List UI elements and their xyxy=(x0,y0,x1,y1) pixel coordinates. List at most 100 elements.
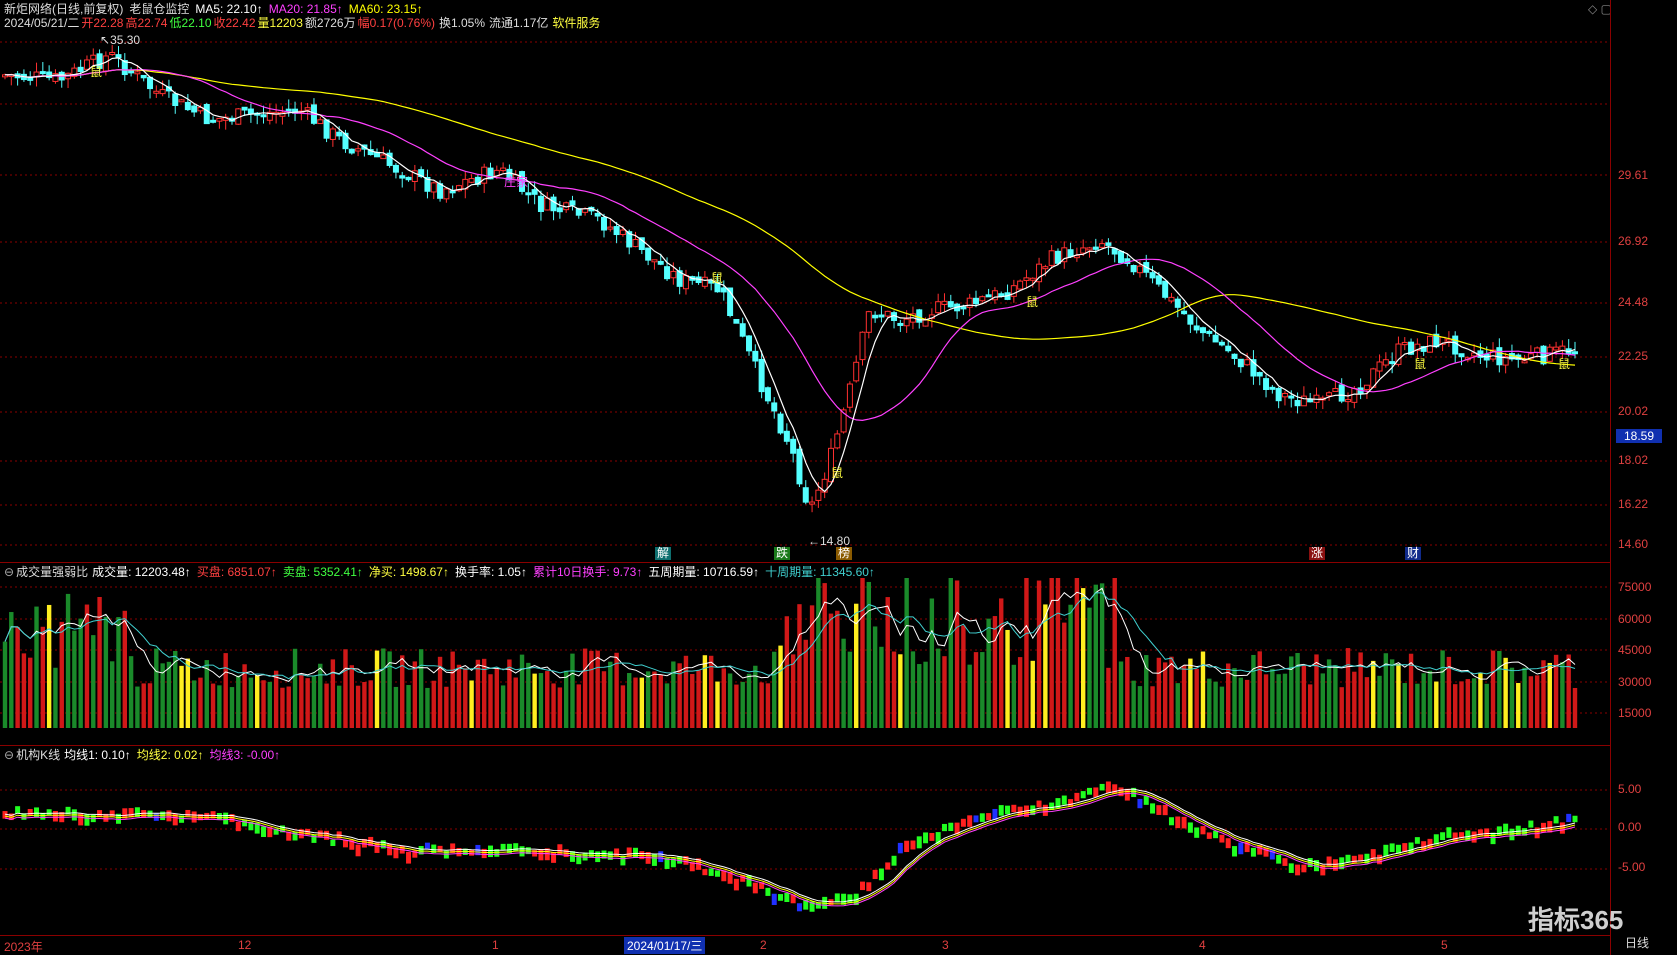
volume-bar xyxy=(563,670,569,728)
inst-candle xyxy=(1206,832,1212,839)
candle-body xyxy=(872,314,879,319)
date-tick: 2023年 xyxy=(4,940,43,954)
volume-bar xyxy=(191,680,197,728)
candle-body xyxy=(90,54,97,60)
inst-candle xyxy=(1490,832,1496,845)
volume-bar xyxy=(1112,578,1117,728)
candle-body xyxy=(1054,250,1061,264)
inst-candle xyxy=(1213,830,1219,839)
candle-body xyxy=(134,71,141,75)
inst-candle xyxy=(1061,795,1067,805)
event-tag-cai[interactable]: 财 xyxy=(1405,547,1422,560)
rat-signal-4: 鼠 xyxy=(1026,295,1039,309)
volume-bar xyxy=(248,677,254,728)
candle-body xyxy=(613,226,620,236)
candle-body xyxy=(657,260,664,265)
volume-bar xyxy=(1301,664,1307,728)
candle-body xyxy=(1155,275,1162,285)
inst-candle xyxy=(778,894,784,901)
event-tag-zhang[interactable]: 涨 xyxy=(1309,547,1326,560)
volume-bar xyxy=(847,651,853,728)
inst-candle xyxy=(1332,859,1338,871)
candle-body xyxy=(1067,249,1074,258)
inst-panel-title[interactable]: 机构K线 xyxy=(16,748,60,762)
volume-bar xyxy=(91,635,96,728)
volume-bar xyxy=(639,677,645,728)
candle-body xyxy=(430,182,437,193)
candle-body xyxy=(1181,310,1188,315)
inst-candle xyxy=(916,836,922,849)
candle-body xyxy=(664,266,671,280)
vol-wk5: 五周期量: 10716.59↑ xyxy=(648,565,760,579)
vol-wk10: 十周期量: 11345.60↑ xyxy=(765,565,875,579)
volume-bar xyxy=(1036,580,1042,728)
volume-bar xyxy=(1005,629,1010,728)
candle-body xyxy=(317,119,324,125)
volume-bar xyxy=(841,638,846,728)
candle-body xyxy=(203,103,210,125)
candle-body xyxy=(1206,330,1213,334)
volume-bar xyxy=(229,687,235,728)
inst-candle xyxy=(860,881,866,891)
inst-candle xyxy=(1547,821,1553,833)
volume-bar xyxy=(954,580,960,728)
vol-cum10: 累计10日换手: 9.73↑ xyxy=(532,565,643,579)
price-tick: 20.02 xyxy=(1618,404,1649,418)
chart-canvas[interactable] xyxy=(0,0,1610,955)
volume-bar xyxy=(538,673,544,728)
vol-panel-icon[interactable]: ⊖ xyxy=(4,565,14,579)
candle-body xyxy=(1048,250,1055,266)
vol-panel-title[interactable]: 成交量强弱比 xyxy=(16,565,88,579)
candle-body xyxy=(1401,341,1408,346)
candle-body xyxy=(865,311,872,333)
pane-divider-2 xyxy=(0,745,1610,746)
volume-bar xyxy=(305,678,310,728)
inst-candle xyxy=(46,809,52,816)
volume-bar xyxy=(633,677,638,728)
price-tick: 18.02 xyxy=(1618,453,1649,467)
volume-bar xyxy=(1339,687,1344,728)
inst-l1-label: 均线1: 0.10↑ xyxy=(64,748,131,762)
inst-l3-label: 均线3: -0.00↑ xyxy=(209,748,281,762)
volume-bar xyxy=(1276,674,1281,728)
candle-body xyxy=(1389,361,1396,365)
event-tag-bang[interactable]: 榜 xyxy=(836,547,853,560)
candle-body xyxy=(600,216,607,231)
volume-bar xyxy=(362,682,367,728)
volume-bar xyxy=(135,686,140,728)
event-tag-die[interactable]: 跌 xyxy=(774,547,791,560)
volume-bar xyxy=(1156,657,1162,728)
candle-body xyxy=(1174,298,1181,308)
inst-line-1 xyxy=(4,788,1576,903)
inst-candle xyxy=(979,813,985,822)
candle-body xyxy=(764,387,771,402)
volume-bar xyxy=(1453,684,1458,728)
candle-body xyxy=(184,101,191,111)
volume-bar xyxy=(286,686,291,728)
candle-body xyxy=(1168,296,1175,302)
period-selector[interactable]: 日线 xyxy=(1625,934,1649,951)
candle-body xyxy=(1269,386,1276,390)
volume-bar xyxy=(671,661,676,728)
volume-bar xyxy=(336,685,342,728)
inst-candle xyxy=(1553,816,1559,824)
volume-bar xyxy=(368,680,373,728)
volume-bar xyxy=(1169,656,1174,728)
inst-candle xyxy=(1440,832,1446,841)
vol-value: 成交量: 12203.48↑ xyxy=(92,565,191,579)
volume-bar xyxy=(456,664,462,728)
inst-candle xyxy=(204,812,210,820)
candle-body xyxy=(960,306,967,310)
volume-bar xyxy=(696,670,701,728)
inst-candle xyxy=(469,849,475,856)
candle-body xyxy=(922,319,929,327)
inst-candle xyxy=(1168,817,1174,826)
date-tick: 1 xyxy=(492,938,499,952)
inst-panel-icon[interactable]: ⊖ xyxy=(4,748,14,762)
volume-bar xyxy=(500,685,506,728)
candle-body xyxy=(859,331,866,361)
event-tag-jie[interactable]: 解 xyxy=(655,547,672,560)
candle-body xyxy=(147,76,154,90)
volume-bar xyxy=(570,653,575,728)
volume-bar xyxy=(1459,681,1464,728)
